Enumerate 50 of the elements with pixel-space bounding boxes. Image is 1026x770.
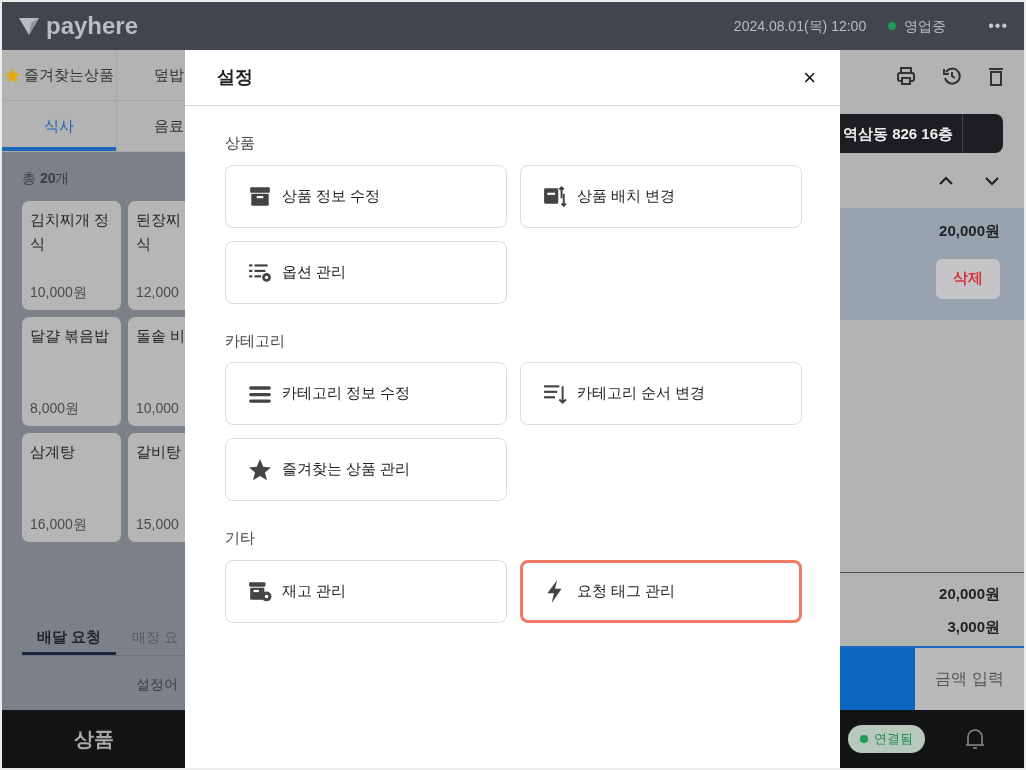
settings-option[interactable]: 카테고리 순서 변경 <box>520 362 802 425</box>
settings-option[interactable]: 상품 정보 수정 <box>225 164 507 228</box>
settings-option[interactable]: 카테고리 정보 수정 <box>225 362 507 425</box>
total-amount: 3,000원 <box>947 616 1000 637</box>
notice-text: 설정어 <box>135 674 179 694</box>
print-button[interactable] <box>896 66 916 86</box>
trash-button[interactable] <box>988 66 1004 86</box>
more-menu-button[interactable]: ••• <box>988 14 1008 38</box>
amount-input-button[interactable]: 금액 입력 <box>915 648 1024 710</box>
star-icon <box>4 66 21 84</box>
settings-option[interactable]: 재고 관리 <box>225 559 507 623</box>
product-card[interactable]: 갈비탕 15,000 <box>128 433 185 542</box>
chevron-down-button[interactable] <box>984 175 1000 186</box>
box-gear-icon <box>248 579 272 603</box>
section-title: 상품 <box>225 133 256 153</box>
category-tab[interactable]: 덮밥 <box>117 50 185 100</box>
request-tab[interactable]: 배달 요청 <box>22 620 116 655</box>
settings-option[interactable]: 요청 태그 관리 <box>520 559 802 623</box>
product-card[interactable]: 삼계탕 16,000원 <box>22 433 121 542</box>
logo-icon <box>18 15 40 37</box>
logo: payhere <box>18 8 139 44</box>
category-tab[interactable]: 즐겨찾는상품 <box>2 50 117 100</box>
product-card[interactable]: 달걀 볶음밥 8,000원 <box>22 317 121 426</box>
category-tab[interactable]: 음료 <box>117 101 185 151</box>
settings-option[interactable]: 옵션 관리 <box>225 240 507 304</box>
product-card[interactable]: 김치찌개 정식 10,000원 <box>22 201 121 310</box>
star-icon <box>248 457 272 482</box>
dialog-title: 설정 <box>217 66 253 89</box>
close-button[interactable]: × <box>799 61 820 94</box>
chevron-up-button[interactable] <box>938 175 954 186</box>
status-text: 영업중 <box>904 16 947 36</box>
section-title: 카테고리 <box>225 330 286 351</box>
product-nav-tab[interactable]: 상품 <box>2 710 185 768</box>
date-time: 2024.08.01(목) 12:00 <box>733 16 867 36</box>
box-icon <box>248 184 272 208</box>
history-button[interactable] <box>942 66 962 86</box>
bell-icon[interactable] <box>964 727 986 751</box>
product-card[interactable]: 된장찌 식 12,000 <box>128 201 185 310</box>
settings-option[interactable]: 즐겨찾는 상품 관리 <box>225 438 507 501</box>
section-title: 기타 <box>225 528 256 548</box>
product-card[interactable]: 돌솥 비 10,000 <box>128 317 185 426</box>
item-count: 총 20개 <box>21 169 71 188</box>
settings-option[interactable]: 상품 배치 변경 <box>520 164 802 228</box>
status-dot <box>888 22 897 30</box>
status-dot <box>860 735 868 743</box>
address-text: 역삼동 826 16층 <box>840 114 963 153</box>
connection-badge: 연결됨 <box>848 725 925 753</box>
box-arrows-icon <box>543 184 567 208</box>
total-amount: 20,000원 <box>939 584 1000 604</box>
order-row[interactable]: 20,000원 삭제 <box>840 208 1024 320</box>
